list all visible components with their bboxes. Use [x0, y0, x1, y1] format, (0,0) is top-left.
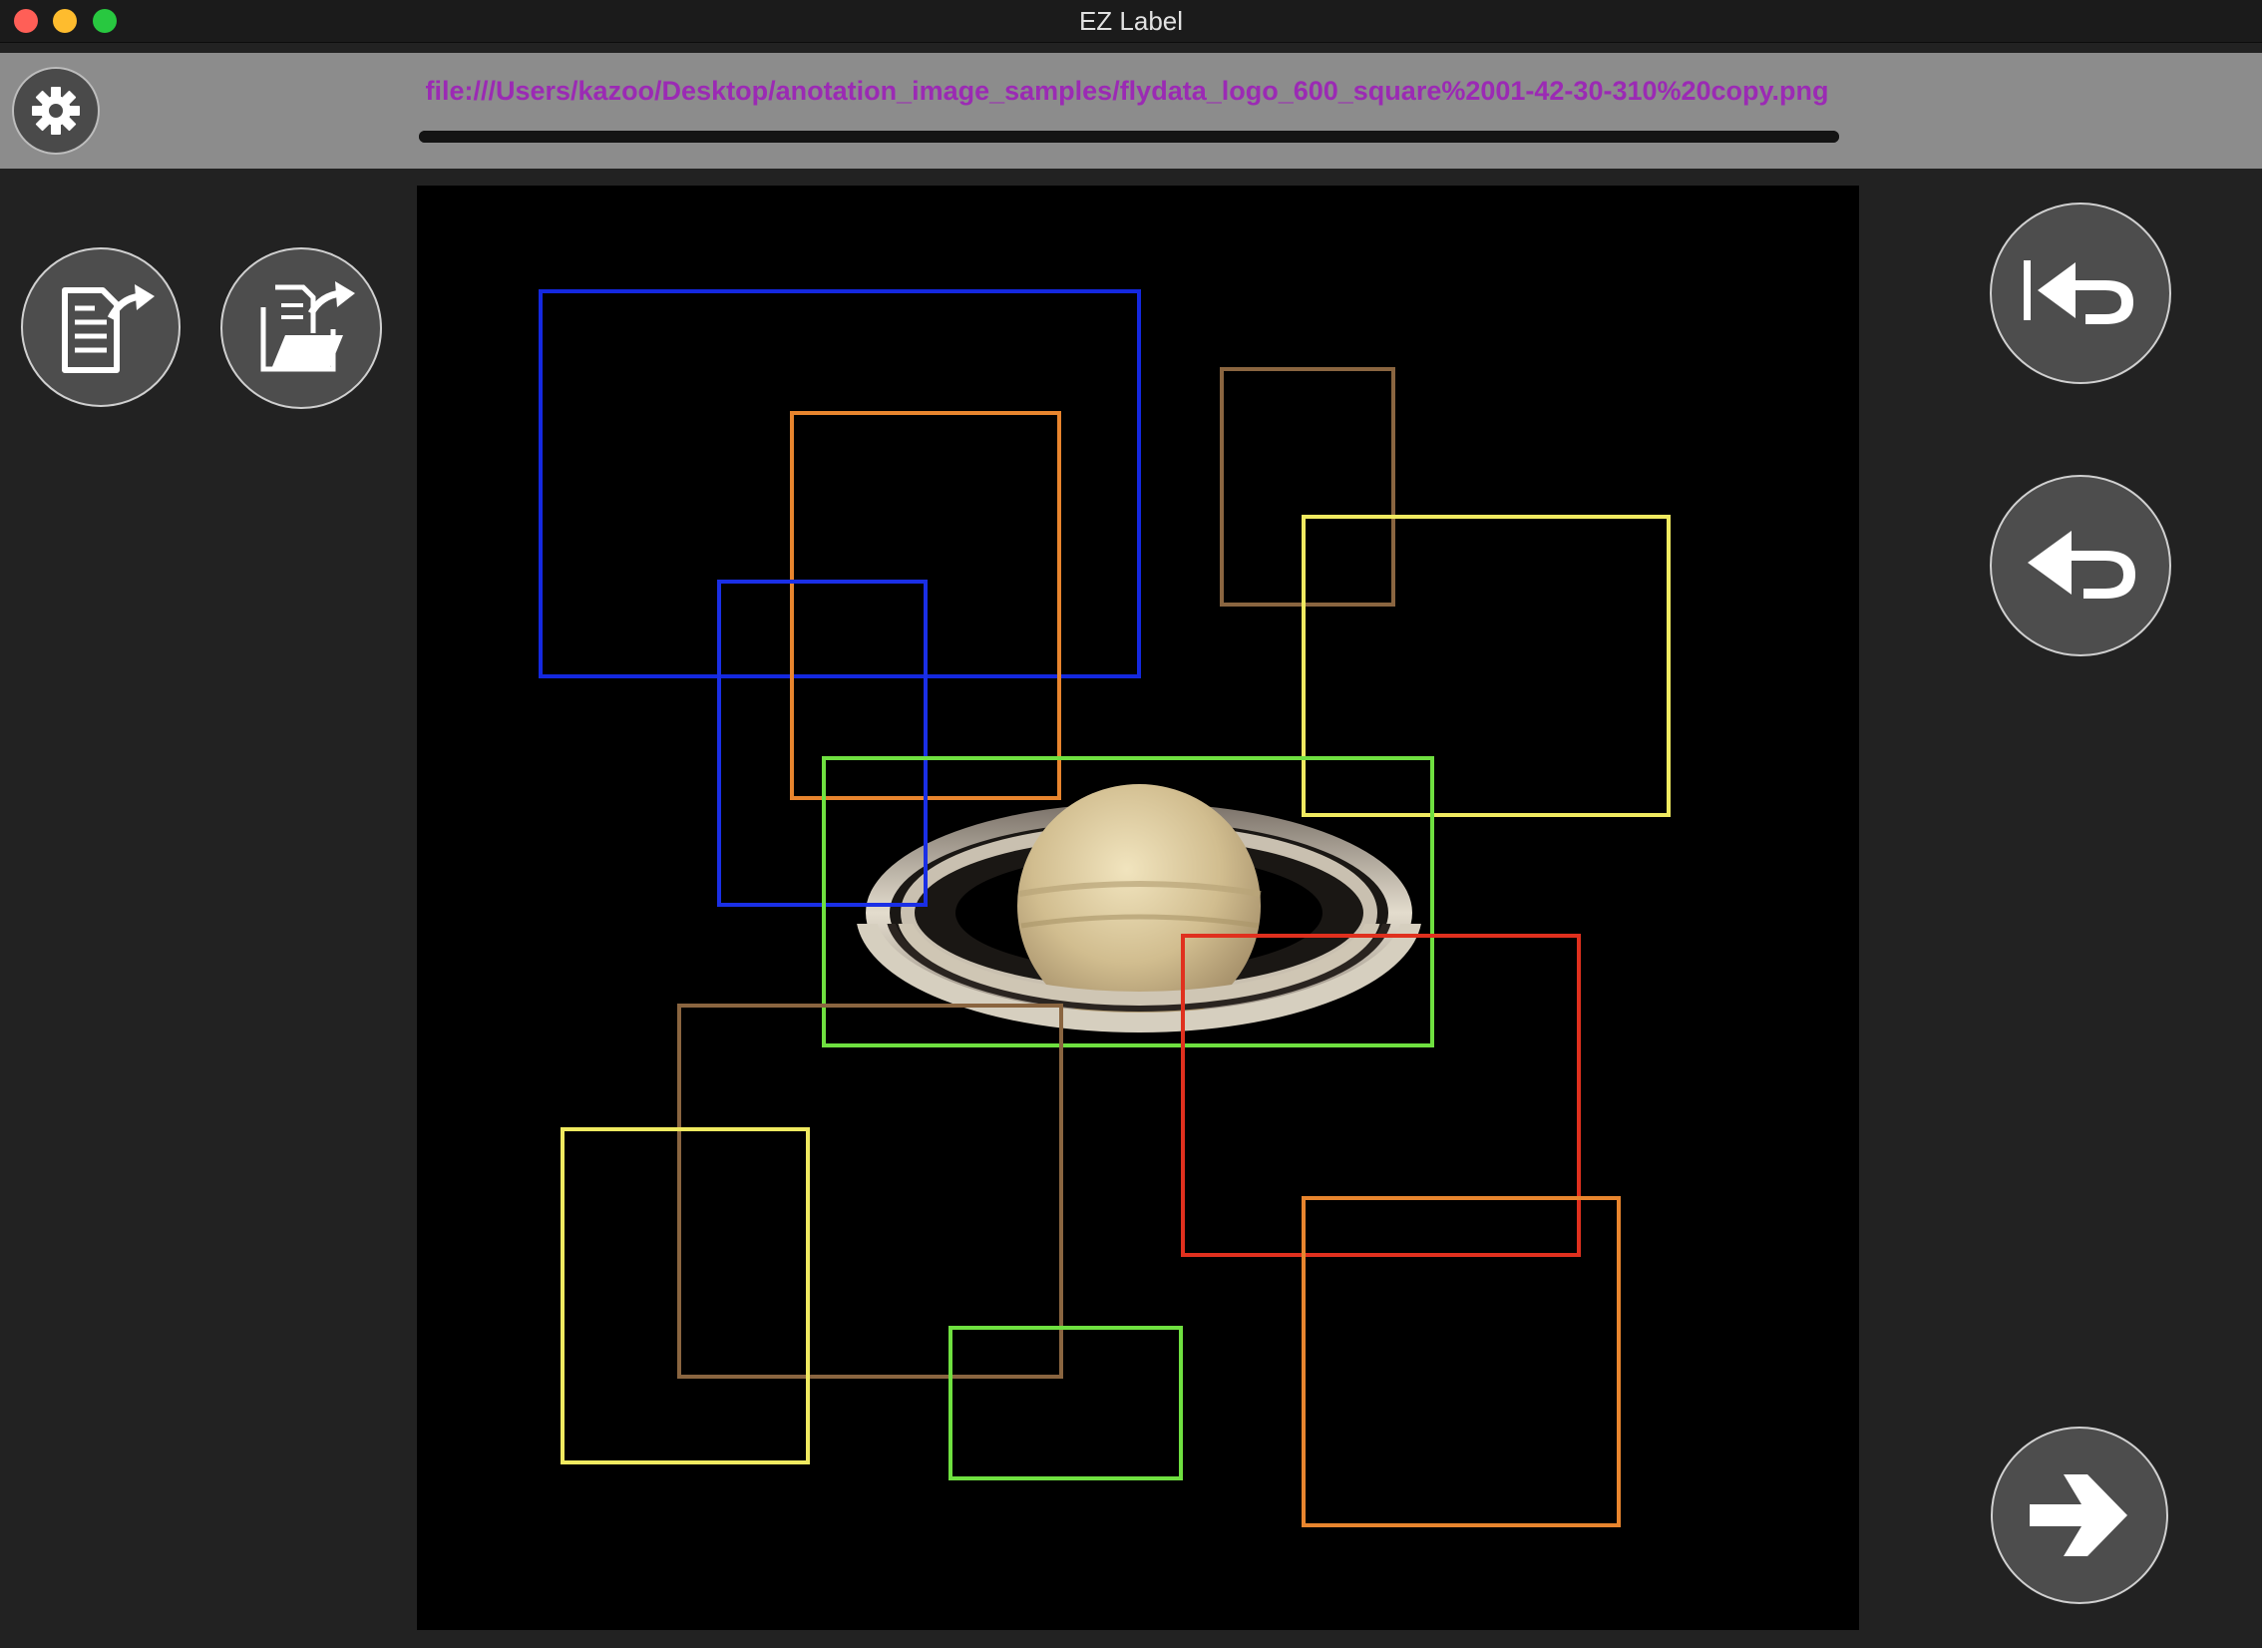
next-button[interactable] [1991, 1427, 2168, 1604]
bounding-box[interactable] [1302, 1196, 1621, 1527]
window-title: EZ Label [1078, 6, 1184, 36]
progress-bar-fill [419, 131, 1839, 143]
arrow-right-icon [2030, 1474, 2127, 1556]
undo-to-start-icon [2024, 260, 2133, 324]
file-path-label: file:///Users/kazoo/Desktop/anotation_im… [425, 76, 1829, 106]
toolbar [0, 53, 2262, 169]
gear-icon [32, 87, 80, 135]
undo-all-button[interactable] [1990, 203, 2171, 384]
open-folder-button[interactable] [220, 247, 382, 409]
settings-button[interactable] [12, 67, 100, 155]
bounding-box[interactable] [948, 1326, 1183, 1480]
app-window: EZ Label file:///Users/kazoo/Desktop/ano… [0, 0, 2262, 1648]
folder-export-icon [260, 281, 355, 372]
file-export-icon [62, 284, 155, 373]
undo-button[interactable] [1990, 475, 2171, 656]
title-bar: EZ Label [0, 0, 2262, 43]
open-file-button[interactable] [21, 247, 181, 407]
bounding-box[interactable] [561, 1127, 810, 1464]
progress-bar [419, 131, 1839, 143]
image-canvas[interactable] [417, 186, 1859, 1630]
undo-icon [2028, 531, 2135, 599]
